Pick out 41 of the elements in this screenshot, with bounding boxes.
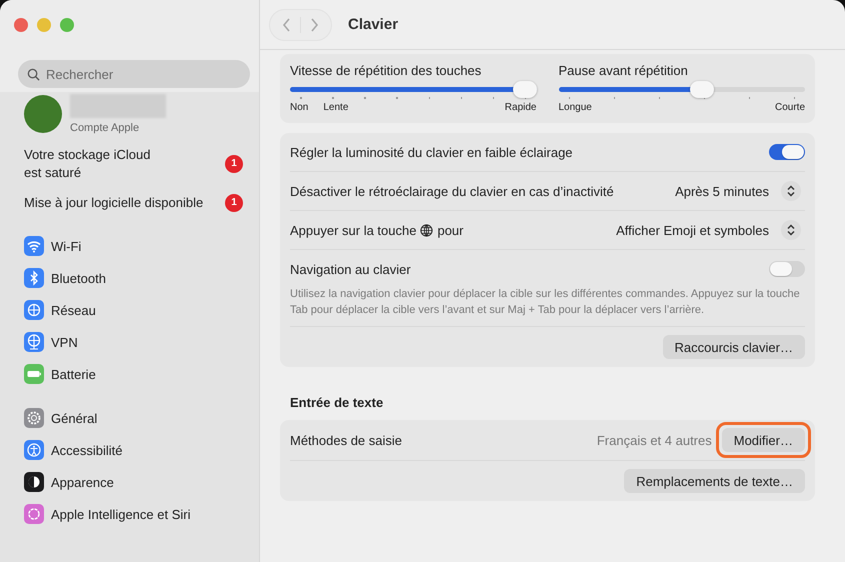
text-replacements-button[interactable]: Remplacements de texte… [624, 469, 805, 493]
globe-icon [420, 224, 434, 236]
zoom-window-button[interactable] [60, 18, 74, 32]
notification-item[interactable]: Votre stockage iCloud est saturé 1 [24, 146, 243, 182]
sidebar-item[interactable]: Apparence [24, 472, 243, 492]
stepper-arrows-icon [781, 220, 801, 240]
window-title: Clavier [348, 16, 398, 33]
sidebar-item[interactable]: Batterie [24, 364, 243, 384]
sidebar-item[interactable]: VPN [24, 332, 243, 352]
minimize-window-button[interactable] [37, 18, 51, 32]
search-field[interactable]: Rechercher [18, 60, 250, 88]
sidebar-item[interactable]: Accessibilité [24, 440, 243, 460]
keyboard-shortcuts-button[interactable]: Raccourcis clavier… [662, 335, 805, 359]
slider[interactable] [290, 81, 536, 98]
slider[interactable] [558, 81, 805, 98]
sidebar-item[interactable]: Bluetooth [24, 268, 243, 288]
close-window-button[interactable] [14, 18, 28, 32]
count-badge: 1 [225, 155, 243, 173]
popup-menu[interactable]: Afficher Emoji et symboles [616, 220, 805, 240]
count-badge: 1 [225, 194, 243, 212]
apple-account-item[interactable]: Compte Apple [24, 94, 243, 134]
key-repeat-card: Vitesse de répétition des touches Non Lente Rapide Pause avant répétition Longue Courte [280, 54, 815, 123]
sidebar-item[interactable]: Apple Intelligence et Siri [24, 504, 243, 524]
slider-thumb[interactable] [690, 81, 714, 98]
popup-menu[interactable]: Après 5 minutes [675, 181, 805, 201]
forward-icon[interactable] [309, 16, 319, 32]
sidebar-item[interactable]: Réseau [24, 300, 243, 320]
toggle-switch[interactable] [769, 144, 805, 160]
slider-thumb[interactable] [512, 81, 536, 98]
section-heading: Entrée de texte [290, 395, 384, 410]
toggle-switch[interactable] [769, 261, 805, 277]
notification-item[interactable]: Mise à jour logicielle disponible 1 [24, 194, 243, 212]
edit-button[interactable]: Modifier… [722, 428, 805, 452]
sidebar-item[interactable]: Wi-Fi [24, 236, 243, 256]
back-icon[interactable] [282, 16, 292, 32]
sidebar-item[interactable]: Général [24, 408, 243, 428]
stepper-arrows-icon [781, 181, 801, 201]
keyboard-settings-card: Régler la luminosité du clavier en faible éclairage Désactiver le rétroéclairage du clavier en cas d’inactivité Après 5 minutes Appuyer sur la touche pour Afficher Emoji et symboles Navigation au clavier Utilisez la navigation clavier pour déplacer la cible sur les différentes commandes. Appuyez sur la touche Tab pour déplacer la cible vers l’avant et sur Maj + Tab pour la déplacer vers l’arrière. Raccourcis clavier… [280, 133, 815, 367]
avatar-placeholder [24, 95, 62, 133]
search-icon [27, 68, 40, 81]
text-input-card: Méthodes de saisie Français et 4 autres Modifier… Remplacements de texte… [280, 420, 815, 501]
